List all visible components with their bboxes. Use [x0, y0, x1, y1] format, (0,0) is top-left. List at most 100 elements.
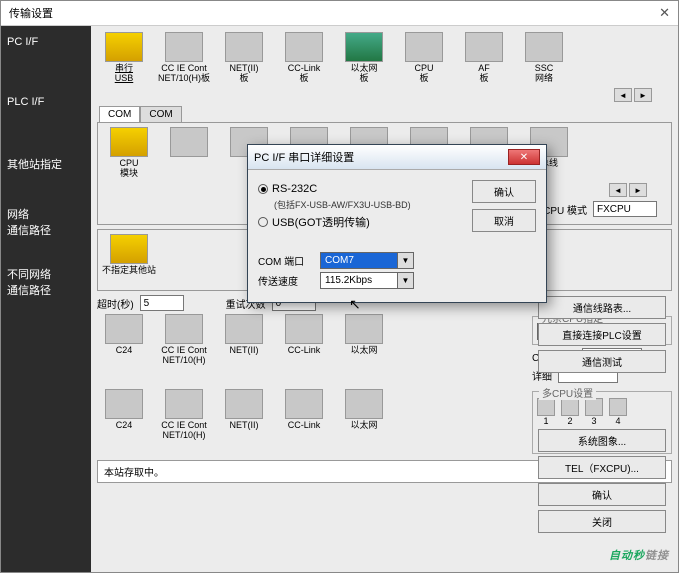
- speed-combo[interactable]: 115.2Kbps ▼: [320, 272, 414, 289]
- dialog-ok-button[interactable]: 确认: [472, 180, 536, 203]
- device-icon-item[interactable]: NET(II): [217, 389, 271, 441]
- sidebar-item-diffnetwork[interactable]: 不同网络 通信路径: [1, 256, 91, 316]
- cpu-mode-label: CPU 模式: [543, 202, 587, 217]
- device-icon-item[interactable]: 串行 USB: [97, 32, 151, 84]
- device-icon-item[interactable]: 以太网: [337, 389, 391, 441]
- device-icon: [225, 32, 263, 62]
- right-button-column: 通信线路表... 直接连接PLC设置 通信测试 系统图象... TEL（FXCP…: [538, 296, 666, 533]
- device-icon-item[interactable]: 以太网 板: [337, 32, 391, 84]
- scroll-left-icon[interactable]: ◄: [609, 183, 627, 197]
- window-title: 传输设置: [9, 5, 53, 21]
- device-label: C24: [116, 421, 133, 441]
- device-label: 串行 USB: [115, 64, 134, 84]
- device-icon-item[interactable]: [162, 127, 216, 179]
- device-icon: [465, 32, 503, 62]
- timeout-input[interactable]: [140, 295, 184, 311]
- rs232c-hint: (包括FX-USB-AW/FX3U-USB-BD): [274, 198, 464, 211]
- device-icon-item[interactable]: AF 板: [457, 32, 511, 84]
- ok-button[interactable]: 确认: [538, 483, 666, 506]
- dialog-cancel-button[interactable]: 取消: [472, 209, 536, 232]
- device-icon: [345, 314, 383, 344]
- device-icon: [105, 314, 143, 344]
- device-icon-item[interactable]: CPU 板: [397, 32, 451, 84]
- radio-icon: [258, 217, 268, 227]
- device-icon: [225, 314, 263, 344]
- timeout-label: 超时(秒): [97, 296, 134, 311]
- transfer-settings-window: 传输设置 ✕ PC I/F PLC I/F 其他站指定 网络 通信路径 不同网络…: [0, 0, 679, 573]
- device-icon: [105, 389, 143, 419]
- scroll-left-icon[interactable]: ◄: [614, 88, 632, 102]
- device-icon: [345, 32, 383, 62]
- close-icon[interactable]: ✕: [659, 5, 670, 21]
- device-icon-item[interactable]: C24: [97, 314, 151, 366]
- network-icon-row: C24 CC IE Cont NET/10(H) NET(II) CC-Link 以太网: [97, 314, 526, 366]
- speed-value: 115.2Kbps: [320, 272, 398, 289]
- tel-button[interactable]: TEL（FXCPU)...: [538, 456, 666, 479]
- path-list-button[interactable]: 通信线路表...: [538, 296, 666, 319]
- device-icon: [525, 32, 563, 62]
- device-icon: [110, 127, 148, 157]
- device-icon: [225, 389, 263, 419]
- sidebar-item-network[interactable]: 网络 通信路径: [1, 196, 91, 256]
- titlebar: 传输设置 ✕: [1, 1, 678, 26]
- device-label: NET(II): [230, 346, 259, 366]
- device-icon: [170, 127, 208, 157]
- window-body: PC I/F PLC I/F 其他站指定 网络 通信路径 不同网络 通信路径 串…: [1, 26, 678, 572]
- dropdown-icon[interactable]: ▼: [398, 252, 414, 269]
- device-icon-item[interactable]: C24: [97, 389, 151, 441]
- tab-com-2[interactable]: COM: [140, 106, 181, 122]
- device-label: C24: [116, 346, 133, 366]
- direct-plc-button[interactable]: 直接连接PLC设置: [538, 323, 666, 346]
- device-icon-item[interactable]: NET(II) 板: [217, 32, 271, 84]
- device-icon: [405, 32, 443, 62]
- device-icon: [285, 389, 323, 419]
- scroll-right-icon[interactable]: ►: [634, 88, 652, 102]
- device-icon: [165, 389, 203, 419]
- scroll-row-1: ◄ ►: [97, 88, 652, 102]
- device-icon-item[interactable]: 以太网: [337, 314, 391, 366]
- sidebar-item-plcif[interactable]: PLC I/F: [1, 86, 91, 146]
- radio-rs232c[interactable]: RS-232C: [258, 183, 464, 195]
- tab-com-1[interactable]: COM: [99, 106, 140, 122]
- device-icon-item[interactable]: SSC 网络: [517, 32, 571, 84]
- device-label: NET(II) 板: [230, 64, 259, 84]
- comm-test-button[interactable]: 通信测试: [538, 350, 666, 373]
- dialog-close-icon[interactable]: ✕: [508, 149, 540, 165]
- device-label: 以太网: [350, 346, 377, 366]
- device-icon-item[interactable]: CC IE Cont NET/10(H): [157, 314, 211, 366]
- device-label: 以太网: [350, 421, 377, 441]
- device-label: 以太网 板: [350, 64, 377, 84]
- device-icon: [285, 32, 323, 62]
- radio-icon: [258, 184, 268, 194]
- device-icon: [165, 32, 203, 62]
- device-label: CC-Link: [288, 346, 321, 366]
- com-port-combo[interactable]: COM7 ▼: [320, 252, 414, 269]
- close-button[interactable]: 关闭: [538, 510, 666, 533]
- com-port-label: COM 端口: [258, 253, 314, 268]
- scroll-right-icon[interactable]: ►: [629, 183, 647, 197]
- device-icon-item[interactable]: CC IE Cont NET/10(H): [157, 389, 211, 441]
- no-other-station-icon[interactable]: 不指定其他站: [102, 234, 156, 286]
- device-label: CC IE Cont NET/10(H): [161, 421, 207, 441]
- device-label: SSC 网络: [535, 64, 554, 84]
- sys-image-button[interactable]: 系统图象...: [538, 429, 666, 452]
- device-icon-item[interactable]: NET(II): [217, 314, 271, 366]
- pcif-icon-row: 串行 USB CC IE Cont NET/10(H)板 NET(II) 板 CC-L…: [97, 32, 672, 84]
- device-label: CC-Link: [288, 421, 321, 441]
- device-icon-item[interactable]: CPU 模块: [102, 127, 156, 179]
- radio-usb[interactable]: USB(GOT透明传输): [258, 214, 464, 230]
- device-icon-item[interactable]: CC IE Cont NET/10(H)板: [157, 32, 211, 84]
- device-label: CC IE Cont NET/10(H)板: [158, 64, 210, 84]
- sidebar-item-otherstation[interactable]: 其他站指定: [1, 146, 91, 196]
- dialog-titlebar: PC I/F 串口详细设置 ✕: [248, 145, 546, 170]
- device-icon-item[interactable]: CC-Link: [277, 389, 331, 441]
- device-icon: [165, 314, 203, 344]
- device-icon-item[interactable]: CC-Link 板: [277, 32, 331, 84]
- cpu-mode-field[interactable]: [593, 201, 657, 217]
- serial-detail-dialog: PC I/F 串口详细设置 ✕ RS-232C (包括FX-USB-AW/FX3…: [247, 144, 547, 303]
- sidebar: PC I/F PLC I/F 其他站指定 网络 通信路径 不同网络 通信路径: [1, 26, 91, 572]
- dropdown-icon[interactable]: ▼: [398, 272, 414, 289]
- device-icon-item[interactable]: CC-Link: [277, 314, 331, 366]
- sidebar-item-pcif[interactable]: PC I/F: [1, 26, 91, 86]
- device-icon: [345, 389, 383, 419]
